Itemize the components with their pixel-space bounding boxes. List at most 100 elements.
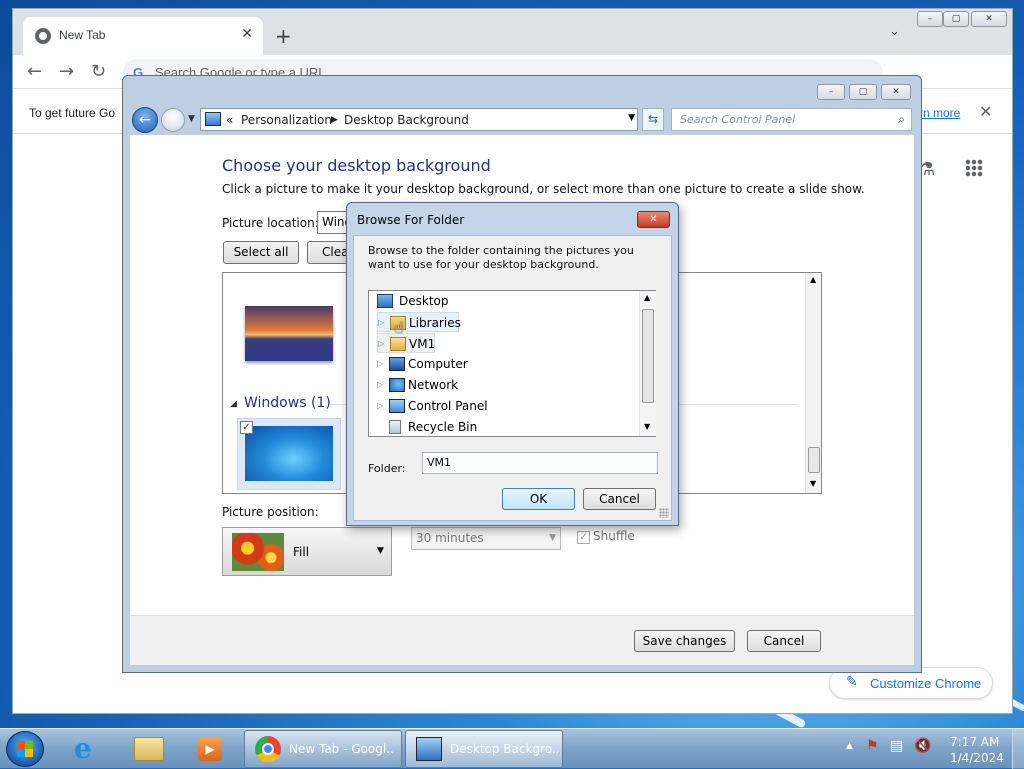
save-changes-button[interactable]: Save changes — [634, 630, 735, 652]
expand-icon[interactable]: ▷ — [378, 313, 384, 333]
tree-item-label: Recycle Bin — [408, 420, 478, 434]
dialog-close-button[interactable]: ✕ — [637, 211, 670, 228]
forward-icon[interactable]: → — [59, 61, 74, 82]
chrome-tab-strip: New Tab ✕ + ⌄ – ▢ ✕ — [13, 9, 1012, 55]
folder-label: Folder: — [368, 462, 406, 475]
breadcrumb-prefix: « — [226, 113, 234, 127]
expand-icon[interactable]: ▷ — [377, 396, 383, 416]
tree-scrollbar[interactable]: ▲ ▼ — [639, 291, 656, 436]
tab-search-icon[interactable]: ⌄ — [889, 24, 900, 39]
ok-button[interactable]: OK — [502, 488, 575, 510]
taskbar-desktop-background-button[interactable]: Desktop Backgro... — [405, 730, 563, 768]
pencil-icon: ✎ — [846, 674, 858, 690]
interval-select: 30 minutes ▼ — [411, 527, 561, 550]
search-icon[interactable]: ⌕ — [898, 112, 905, 127]
page-title: Choose your desktop background — [222, 156, 491, 175]
scroll-thumb[interactable] — [642, 309, 654, 403]
tree-item-vm1[interactable]: ▷ VM1 — [377, 333, 435, 353]
chevron-down-icon: ▼ — [377, 546, 384, 556]
tree-item-label: Control Panel — [408, 399, 488, 413]
address-dropdown-icon[interactable]: ▼ — [628, 113, 635, 123]
folder-tree: Desktop ▷ Libraries ▷ VM1 ▷ Computer ▷ N… — [368, 290, 656, 437]
start-button[interactable] — [6, 731, 44, 767]
tree-item-label: Libraries — [409, 316, 461, 330]
minimize-button[interactable]: – — [817, 84, 845, 100]
expand-icon[interactable]: ▷ — [378, 334, 384, 354]
network-status-icon[interactable]: ▤ — [890, 738, 903, 754]
wallpaper-thumbnail[interactable] — [245, 306, 333, 361]
tree-item-label: Network — [408, 378, 459, 392]
tree-item-libraries[interactable]: ▷ Libraries — [377, 312, 461, 333]
scroll-down-icon[interactable]: ▼ — [644, 422, 650, 431]
folder-input[interactable]: VM1 — [422, 452, 658, 474]
tab-close-icon[interactable]: ✕ — [241, 26, 253, 42]
back-icon[interactable]: ← — [27, 61, 42, 82]
shuffle-label: Shuffle — [593, 529, 635, 543]
show-hidden-icons-icon[interactable]: ▲ — [846, 741, 853, 751]
explorer-pin[interactable] — [124, 731, 176, 767]
chrome-favicon-icon — [35, 28, 51, 44]
picture-position-select[interactable]: Fill ▼ — [222, 527, 392, 576]
recent-pages-icon[interactable]: ▼ — [188, 114, 195, 124]
show-desktop-button[interactable] — [1012, 729, 1024, 769]
internet-explorer-icon: e — [74, 732, 92, 765]
tab-title: New Tab — [59, 28, 106, 42]
action-center-flag-icon[interactable]: ⚑ — [866, 738, 879, 754]
control-panel-icon — [205, 112, 221, 126]
breadcrumb-desktop-background[interactable]: Desktop Background — [344, 113, 469, 127]
taskbar-chrome-button[interactable]: New Tab - Googl... — [244, 730, 402, 768]
address-bar[interactable]: « Personalization ▶ Desktop Background ▼ — [200, 108, 638, 131]
media-player-icon: ▶ — [198, 737, 222, 761]
tab-new-tab[interactable]: New Tab ✕ — [23, 17, 263, 55]
resize-grip-icon[interactable] — [659, 508, 669, 518]
search-control-panel-field[interactable]: Search Control Panel ⌕ — [671, 108, 912, 131]
page-subtitle: Click a picture to make it your desktop … — [222, 182, 865, 196]
user-folder-icon — [390, 337, 406, 351]
dialog-description: Browse to the folder containing the pict… — [368, 244, 634, 271]
maximize-button[interactable]: ▢ — [849, 84, 877, 100]
taskbar-button-label: New Tab - Googl... — [289, 742, 393, 756]
infobar-text: To get future Go — [29, 106, 116, 120]
gallery-scrollbar[interactable]: ▲ ▼ — [805, 273, 821, 493]
clock-date[interactable]: 1/4/2024 — [950, 751, 1004, 765]
dialog-body: Browse to the folder containing the pict… — [353, 235, 672, 521]
scroll-up-icon[interactable]: ▲ — [810, 275, 816, 284]
infobar-learn-more-link[interactable]: rn more — [919, 106, 960, 120]
internet-explorer-pin[interactable]: e — [62, 731, 114, 767]
tree-item-label: VM1 — [409, 337, 436, 351]
maximize-button[interactable]: ▢ — [943, 11, 969, 27]
picture-position-value: Fill — [293, 545, 310, 559]
scroll-down-icon[interactable]: ▼ — [810, 479, 816, 488]
expand-icon[interactable]: ▷ — [377, 375, 383, 395]
new-tab-button[interactable]: + — [275, 24, 292, 48]
dialog-cancel-button[interactable]: Cancel — [583, 488, 656, 510]
media-player-pin[interactable]: ▶ — [184, 731, 236, 767]
scroll-up-icon[interactable]: ▲ — [644, 293, 650, 302]
browse-for-folder-dialog: Browse For Folder ✕ Browse to the folder… — [346, 202, 679, 526]
refresh-button[interactable]: ⇆ — [642, 108, 664, 131]
scroll-thumb[interactable] — [808, 447, 820, 473]
infobar-close-icon[interactable]: ✕ — [979, 102, 992, 121]
close-button[interactable]: ✕ — [881, 84, 911, 100]
expand-icon[interactable]: ▷ — [377, 354, 383, 374]
back-arrow-button[interactable]: ← — [132, 107, 158, 133]
volume-muted-icon[interactable]: 🔇 — [914, 738, 931, 754]
control-panel-icon — [416, 737, 442, 761]
collapse-group-icon[interactable]: ◢ — [230, 399, 237, 409]
control-panel-icon — [389, 399, 405, 413]
search-placeholder: Search Control Panel — [680, 113, 796, 126]
close-button[interactable]: ✕ — [971, 11, 1007, 27]
minimize-button[interactable]: – — [917, 11, 943, 27]
flowers-image — [232, 533, 284, 571]
taskbar: e ▶ New Tab - Googl... Desktop Backgro..… — [0, 728, 1024, 769]
select-all-button[interactable]: Select all — [223, 241, 299, 264]
cancel-button[interactable]: Cancel — [747, 630, 821, 652]
apps-grid-icon[interactable] — [965, 159, 983, 177]
group-title[interactable]: Windows (1) — [244, 395, 331, 411]
thumbnail-checkbox[interactable]: ✓ — [240, 421, 253, 434]
forward-arrow-button[interactable] — [161, 108, 185, 132]
recycle-bin-icon — [389, 420, 401, 434]
reload-icon[interactable]: ↻ — [91, 61, 106, 82]
breadcrumb-personalization[interactable]: Personalization — [241, 113, 332, 127]
clock-time[interactable]: 7:17 AM — [950, 735, 999, 749]
